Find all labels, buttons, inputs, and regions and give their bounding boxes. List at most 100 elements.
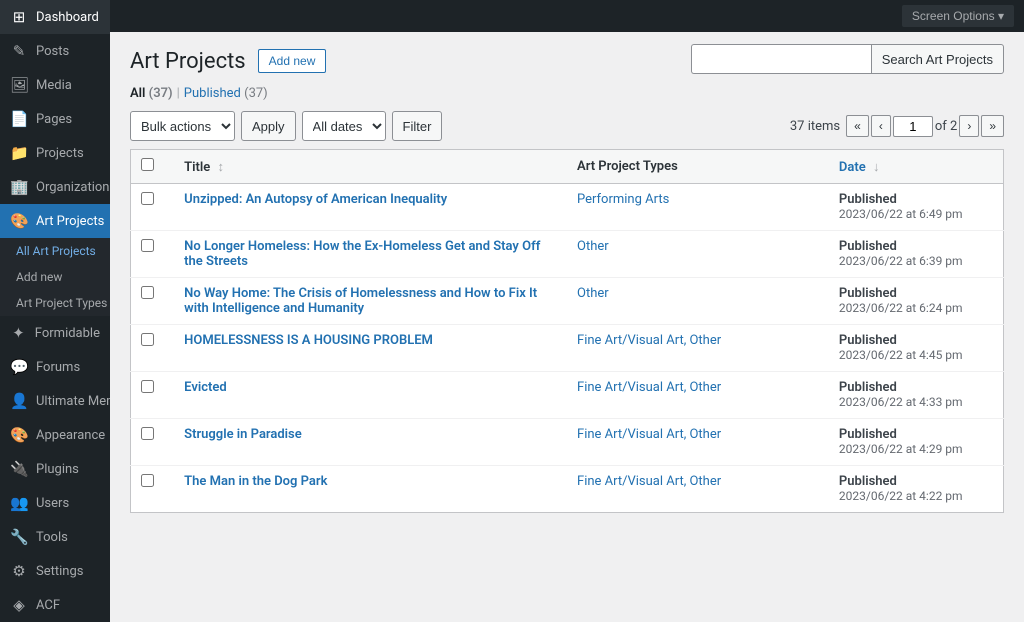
sidebar-item-acf[interactable]: ◈ ACF (0, 588, 110, 622)
art-projects-icon: 🎨 (10, 212, 28, 230)
row-title-cell: HOMELESSNESS IS A HOUSING PROBLEM (174, 325, 567, 372)
row-title-link[interactable]: Unzipped: An Autopsy of American Inequal… (184, 192, 447, 207)
sidebar-item-plugins[interactable]: 🔌 Plugins (0, 452, 110, 486)
row-checkbox-cell (131, 372, 175, 419)
sidebar-item-add-new-sub[interactable]: Add new (0, 264, 110, 290)
select-all-checkbox[interactable] (141, 158, 154, 171)
sidebar-item-users[interactable]: 👥 Users (0, 486, 110, 520)
row-type-link[interactable]: Fine Art/Visual Art, Other (577, 474, 721, 489)
date-filter-select[interactable]: All dates (302, 111, 386, 141)
first-page-button[interactable]: « (846, 115, 869, 137)
row-date-status: Published (839, 192, 897, 207)
apply-button[interactable]: Apply (241, 111, 296, 141)
table-row: HOMELESSNESS IS A HOUSING PROBLEM Fine A… (131, 325, 1004, 372)
row-date-cell: Published 2023/06/22 at 6:24 pm (829, 278, 1004, 325)
row-title-link[interactable]: No Longer Homeless: How the Ex-Homeless … (184, 239, 540, 269)
table-row: Struggle in Paradise Fine Art/Visual Art… (131, 419, 1004, 466)
row-date-value: 2023/06/22 at 4:33 pm (839, 395, 963, 409)
sidebar-item-formidable[interactable]: ✦ Formidable (0, 316, 110, 350)
row-title-link[interactable]: HOMELESSNESS IS A HOUSING PROBLEM (184, 333, 433, 348)
row-type-link[interactable]: Performing Arts (577, 192, 669, 207)
screen-options-button[interactable]: Screen Options ▾ (902, 5, 1014, 27)
plugins-icon: 🔌 (10, 460, 28, 478)
row-type-link[interactable]: Fine Art/Visual Art, Other (577, 333, 721, 348)
forums-icon: 💬 (10, 358, 28, 376)
row-types-cell: Performing Arts (567, 184, 829, 231)
pagination: « ‹ of 2 › » (846, 115, 1004, 137)
settings-icon: ⚙ (10, 562, 28, 580)
row-title-link[interactable]: Struggle in Paradise (184, 427, 302, 442)
topbar: Screen Options ▾ (110, 0, 1024, 32)
row-checkbox[interactable] (141, 380, 154, 393)
title-header[interactable]: Title ↕ (174, 150, 567, 184)
sidebar-item-projects[interactable]: 📁 Projects (0, 136, 110, 170)
app-layout: ⊞ Dashboard ✎ Posts 🖼 Media 📄 Pages 📁 Pr… (0, 0, 1024, 622)
content-area: Art Projects Add new Search Art Projects… (110, 32, 1024, 525)
row-checkbox[interactable] (141, 286, 154, 299)
row-title-cell: Unzipped: An Autopsy of American Inequal… (174, 184, 567, 231)
row-type-link[interactable]: Fine Art/Visual Art, Other (577, 427, 721, 442)
all-filter-link[interactable]: All (37) (130, 86, 173, 101)
date-header[interactable]: Date ↓ (829, 150, 1004, 184)
row-title-cell: No Longer Homeless: How the Ex-Homeless … (174, 231, 567, 278)
formidable-icon: ✦ (10, 324, 27, 342)
search-input[interactable] (691, 44, 871, 74)
page-title: Art Projects (130, 49, 246, 74)
sidebar-item-appearance[interactable]: 🎨 Appearance (0, 418, 110, 452)
sidebar-item-ultimate-member[interactable]: 👤 Ultimate Member (0, 384, 110, 418)
row-date-cell: Published 2023/06/22 at 6:49 pm (829, 184, 1004, 231)
sidebar-item-tools[interactable]: 🔧 Tools (0, 520, 110, 554)
sidebar-item-art-project-types[interactable]: Art Project Types (0, 290, 110, 316)
prev-page-button[interactable]: ‹ (871, 115, 891, 137)
published-filter-link[interactable]: Published (37) (184, 86, 268, 101)
row-date-value: 2023/06/22 at 4:29 pm (839, 442, 963, 456)
last-page-button[interactable]: » (981, 115, 1004, 137)
sidebar-item-pages[interactable]: 📄 Pages (0, 102, 110, 136)
row-types-cell: Fine Art/Visual Art, Other (567, 372, 829, 419)
row-date-status: Published (839, 474, 897, 489)
sidebar-item-organizations[interactable]: 🏢 Organizations (0, 170, 110, 204)
row-date-value: 2023/06/22 at 6:24 pm (839, 301, 963, 315)
row-date-cell: Published 2023/06/22 at 4:29 pm (829, 419, 1004, 466)
media-icon: 🖼 (10, 76, 28, 94)
row-title-cell: The Man in the Dog Park (174, 466, 567, 513)
row-date-cell: Published 2023/06/22 at 4:45 pm (829, 325, 1004, 372)
row-title-link[interactable]: No Way Home: The Crisis of Homelessness … (184, 286, 537, 316)
sidebar-item-posts[interactable]: ✎ Posts (0, 34, 110, 68)
next-page-button[interactable]: › (959, 115, 979, 137)
row-checkbox-cell (131, 419, 175, 466)
sidebar-item-art-projects[interactable]: 🎨 Art Projects (0, 204, 110, 238)
row-checkbox[interactable] (141, 474, 154, 487)
row-checkbox-cell (131, 466, 175, 513)
row-date-status: Published (839, 239, 897, 254)
bulk-actions-select[interactable]: Bulk actions (130, 111, 235, 141)
row-title-link[interactable]: Evicted (184, 380, 227, 395)
filter-links: All (37) | Published (37) (130, 86, 1004, 101)
search-button[interactable]: Search Art Projects (871, 44, 1004, 74)
row-title-link[interactable]: The Man in the Dog Park (184, 474, 327, 489)
row-types-cell: Fine Art/Visual Art, Other (567, 325, 829, 372)
sidebar-item-forums[interactable]: 💬 Forums (0, 350, 110, 384)
date-sort-icon: ↓ (873, 160, 880, 175)
sidebar-item-dashboard[interactable]: ⊞ Dashboard (0, 0, 110, 34)
sidebar-item-settings[interactable]: ⚙ Settings (0, 554, 110, 588)
add-new-button[interactable]: Add new (258, 49, 327, 73)
row-types-cell: Fine Art/Visual Art, Other (567, 419, 829, 466)
page-number-input[interactable] (893, 116, 933, 137)
sidebar-item-media[interactable]: 🖼 Media (0, 68, 110, 102)
sidebar-item-all-art-projects[interactable]: All Art Projects (0, 238, 110, 264)
row-checkbox[interactable] (141, 427, 154, 440)
dashboard-icon: ⊞ (10, 8, 28, 26)
row-types-cell: Other (567, 278, 829, 325)
filter-button[interactable]: Filter (392, 111, 443, 141)
row-checkbox[interactable] (141, 333, 154, 346)
row-date-status: Published (839, 333, 897, 348)
row-type-link[interactable]: Other (577, 239, 609, 254)
tablenav-left: Bulk actions Apply All dates Filter (130, 111, 442, 141)
ultimate-member-icon: 👤 (10, 392, 28, 410)
row-checkbox[interactable] (141, 239, 154, 252)
sidebar: ⊞ Dashboard ✎ Posts 🖼 Media 📄 Pages 📁 Pr… (0, 0, 110, 622)
row-type-link[interactable]: Other (577, 286, 609, 301)
row-type-link[interactable]: Fine Art/Visual Art, Other (577, 380, 721, 395)
row-checkbox[interactable] (141, 192, 154, 205)
